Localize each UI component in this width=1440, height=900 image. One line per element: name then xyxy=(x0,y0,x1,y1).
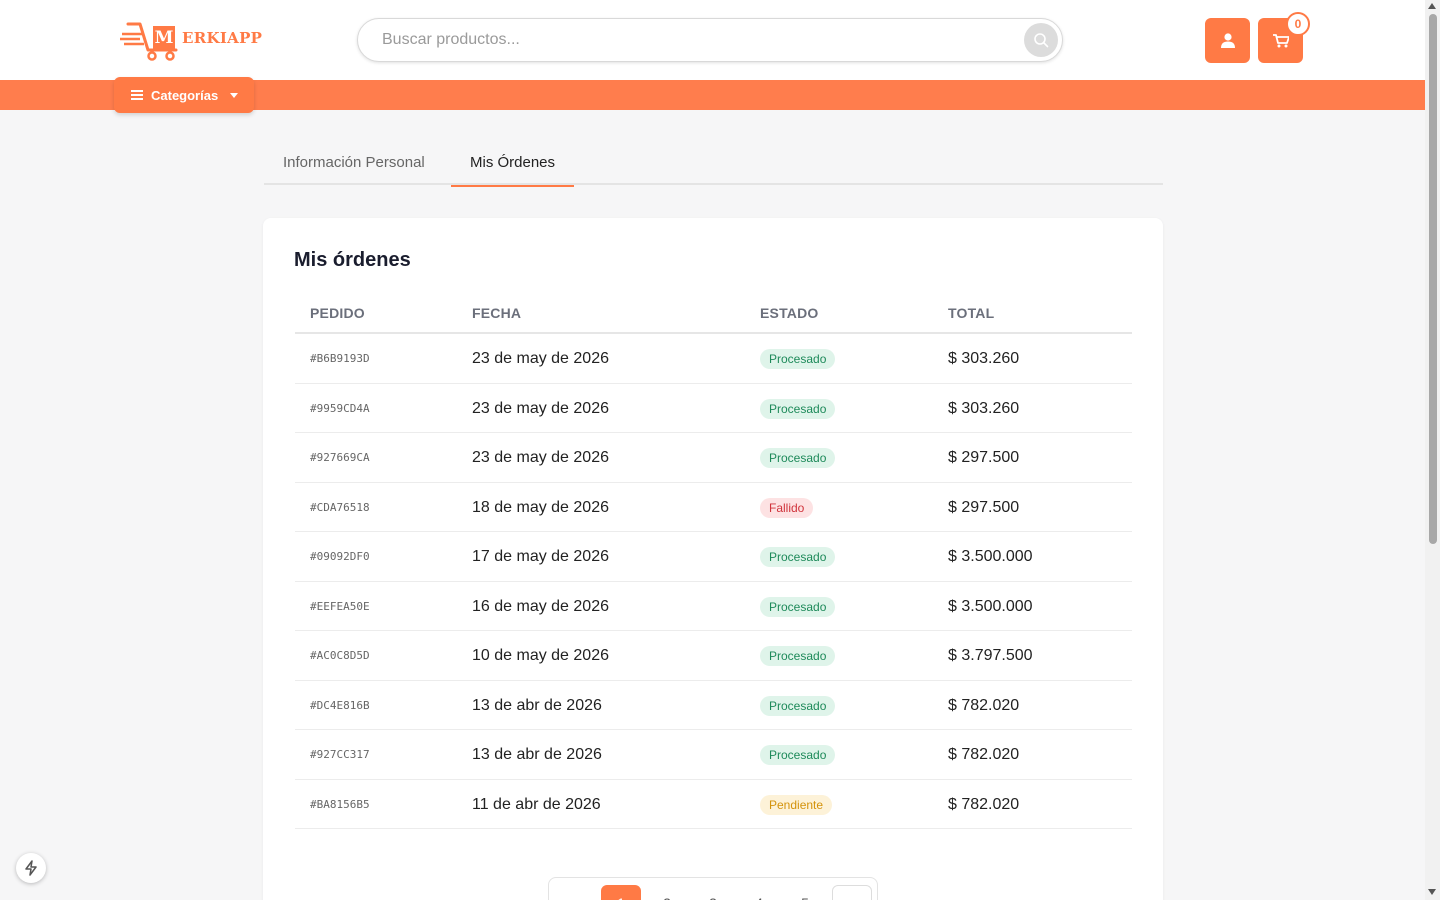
order-total: $ 3.500.000 xyxy=(948,548,1033,565)
logo-text: ERKIAPP xyxy=(182,29,263,47)
order-id[interactable]: #BA8156B5 xyxy=(310,780,370,829)
order-row[interactable]: #DC4E816B 13 de abr de 2026 Procesado $ 782… xyxy=(295,681,1132,730)
categories-label: Categorías xyxy=(151,87,219,103)
order-total: $ 782.020 xyxy=(948,795,1020,813)
order-id[interactable]: #EEFEA50E xyxy=(310,582,370,631)
status-badge: Procesado xyxy=(760,398,836,419)
search-button[interactable] xyxy=(1024,23,1058,57)
page-button[interactable]: 4 xyxy=(739,885,779,900)
scrollbar-thumb[interactable] xyxy=(1429,14,1437,544)
order-total: $ 3.500.000 xyxy=(948,597,1033,615)
chevron-down-icon xyxy=(230,92,239,98)
categories-button[interactable]: Categorías xyxy=(114,77,254,113)
page-button[interactable]: 2 xyxy=(647,885,687,900)
orders-card: Mis órdenes PEDIDO FECHA ESTADO TOTAL #B… xyxy=(263,218,1163,900)
order-row[interactable]: #927669CA 23 de may de 2026 Procesado $ 297… xyxy=(295,433,1132,483)
lightning-icon xyxy=(25,860,37,876)
user-icon xyxy=(1220,33,1235,48)
status-badge: Procesado xyxy=(760,547,836,567)
cart-count-badge: 0 xyxy=(1286,12,1310,36)
order-date: 13 de abr de 2026 xyxy=(472,746,602,763)
order-total: $ 303.260 xyxy=(948,399,1020,417)
order-date: 23 de may de 2026 xyxy=(472,399,609,417)
order-id[interactable]: #CDA76518 xyxy=(310,483,370,532)
order-id[interactable]: #DC4E816B xyxy=(310,681,370,730)
chevron-left-icon: ‹ xyxy=(573,895,578,900)
tab-my-orders[interactable]: Mis Órdenes xyxy=(451,140,575,187)
profile-tabs: Información Personal Mis Órdenes xyxy=(264,140,1163,187)
cart-icon xyxy=(1272,33,1289,47)
orders-table: PEDIDO FECHA ESTADO TOTAL #B6B9193D 23 de… xyxy=(295,295,1132,829)
order-date: 13 de abr de 2026 xyxy=(472,696,602,714)
orders-title: Mis órdenes xyxy=(294,249,411,271)
order-id[interactable]: #927669CA xyxy=(310,433,370,482)
page-button[interactable]: 1 xyxy=(601,885,641,900)
order-date: 23 de may de 2026 xyxy=(472,350,609,367)
status-badge: Procesado xyxy=(760,448,836,468)
order-row[interactable]: #EEFEA50E 16 de may de 2026 Procesado $ 3.5… xyxy=(295,582,1132,631)
status-badge: Procesado xyxy=(760,596,836,617)
order-row[interactable]: #BA8156B5 11 de abr de 2026 Pendiente $ 782… xyxy=(295,780,1132,829)
menu-icon xyxy=(131,90,143,100)
page-button[interactable]: 5 xyxy=(785,885,825,900)
order-total: $ 297.500 xyxy=(948,498,1020,516)
order-total: $ 297.500 xyxy=(948,449,1020,466)
tab-personal-info[interactable]: Información Personal xyxy=(264,140,444,185)
column-header-date: FECHA xyxy=(472,305,522,321)
scroll-up-arrow[interactable] xyxy=(1428,3,1436,9)
logo[interactable]: M ERKIAPP xyxy=(120,14,263,62)
order-date: 23 de may de 2026 xyxy=(472,449,609,466)
order-total: $ 303.260 xyxy=(948,350,1020,367)
scroll-down-arrow[interactable] xyxy=(1428,889,1436,895)
table-body: #B6B9193D 23 de may de 2026 Procesado $ 303… xyxy=(295,334,1132,829)
order-id[interactable]: #AC0C8D5D xyxy=(310,631,370,680)
order-id[interactable]: #927CC317 xyxy=(310,730,370,779)
order-date: 17 de may de 2026 xyxy=(472,548,609,565)
order-id[interactable]: #B6B9193D xyxy=(310,334,370,383)
column-header-total: TOTAL xyxy=(948,305,995,321)
status-badge: Procesado xyxy=(760,745,836,765)
column-header-status: ESTADO xyxy=(760,305,819,321)
status-badge: Procesado xyxy=(760,646,836,666)
scrollbar[interactable] xyxy=(1425,0,1440,900)
page-button[interactable]: 3 xyxy=(693,885,733,900)
order-row[interactable]: #927CC317 13 de abr de 2026 Procesado $ 782… xyxy=(295,730,1132,780)
order-row[interactable]: #CDA76518 18 de may de 2026 Fallido $ 297.5… xyxy=(295,483,1132,532)
search-bar xyxy=(357,18,1063,62)
next-page-button[interactable]: › xyxy=(832,885,872,900)
order-date: 11 de abr de 2026 xyxy=(472,795,601,813)
quick-action-button[interactable] xyxy=(16,853,46,883)
status-badge: Pendiente xyxy=(760,794,833,815)
order-total: $ 782.020 xyxy=(948,746,1020,763)
header: M ERKIAPP 0 xyxy=(0,0,1425,80)
table-header: PEDIDO FECHA ESTADO TOTAL xyxy=(295,295,1132,334)
search-icon xyxy=(1034,33,1049,48)
status-badge: Fallido xyxy=(760,497,814,518)
order-id[interactable]: #09092DF0 xyxy=(310,532,370,581)
order-id[interactable]: #9959CD4A xyxy=(310,384,370,433)
previous-page-button[interactable]: ‹ xyxy=(555,885,595,900)
order-date: 16 de may de 2026 xyxy=(472,597,609,615)
order-row[interactable]: #9959CD4A 23 de may de 2026 Procesado $ 303… xyxy=(295,384,1132,433)
logo-initial: M xyxy=(153,26,175,50)
order-row[interactable]: #AC0C8D5D 10 de may de 2026 Procesado $ 3.7… xyxy=(295,631,1132,681)
chevron-right-icon: › xyxy=(850,896,855,900)
search-input[interactable] xyxy=(382,19,1002,61)
status-badge: Procesado xyxy=(760,695,836,716)
order-date: 18 de may de 2026 xyxy=(472,498,609,516)
order-row[interactable]: #B6B9193D 23 de may de 2026 Procesado $ 303… xyxy=(295,334,1132,384)
order-date: 10 de may de 2026 xyxy=(472,647,609,664)
pagination: ‹ 1 2 3 4 5 › xyxy=(548,877,878,900)
order-total: $ 782.020 xyxy=(948,696,1020,714)
status-badge: Procesado xyxy=(760,349,836,369)
order-total: $ 3.797.500 xyxy=(948,647,1033,664)
order-row[interactable]: #09092DF0 17 de may de 2026 Procesado $ 3.5… xyxy=(295,532,1132,582)
column-header-order: PEDIDO xyxy=(310,305,365,321)
user-button[interactable] xyxy=(1205,18,1250,63)
